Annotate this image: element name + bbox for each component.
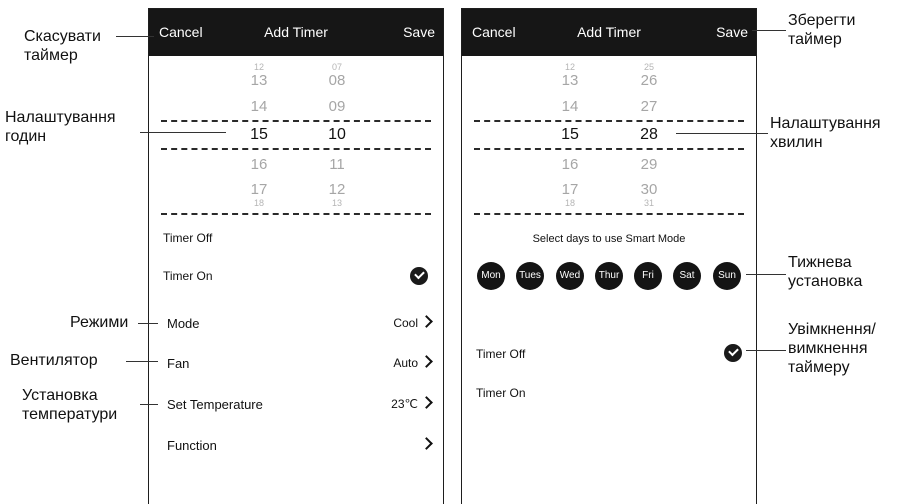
minute-option: 29 bbox=[640, 156, 658, 173]
annotation-save-timer: Зберегти таймер bbox=[788, 12, 856, 49]
chevron-right-icon bbox=[420, 355, 433, 368]
picker-divider bbox=[161, 213, 431, 215]
settings-row-mode[interactable]: Mode Cool bbox=[167, 315, 433, 331]
setting-label: Fan bbox=[167, 356, 190, 371]
minute-selected: 10 bbox=[328, 126, 346, 143]
left-phone-screen: Cancel Add Timer Save 12 13 14 15 16 17 … bbox=[148, 8, 444, 504]
hour-selected: 15 bbox=[561, 126, 579, 143]
annotation-leader bbox=[116, 36, 154, 37]
minute-option: 12 bbox=[328, 181, 346, 198]
minute-selected: 28 bbox=[640, 126, 658, 143]
check-icon bbox=[724, 344, 742, 362]
minute-option: 07 bbox=[331, 62, 342, 72]
chevron-right-icon bbox=[420, 437, 433, 450]
minute-option: 08 bbox=[328, 72, 346, 89]
minute-option: 26 bbox=[640, 72, 658, 89]
picker-divider bbox=[161, 148, 431, 150]
settings-row-fan[interactable]: Fan Auto bbox=[167, 355, 433, 371]
timer-on-label: Timer On bbox=[163, 269, 213, 283]
hour-option: 17 bbox=[561, 181, 579, 198]
hour-option: 17 bbox=[250, 181, 268, 198]
setting-value: 23℃ bbox=[391, 397, 418, 411]
picker-divider bbox=[161, 120, 431, 122]
day-button-fri[interactable]: Fri bbox=[634, 262, 662, 290]
minute-option: 09 bbox=[328, 98, 346, 115]
timer-off-label: Timer Off bbox=[163, 231, 213, 245]
timer-on-label: Timer On bbox=[476, 386, 526, 400]
hour-option: 16 bbox=[561, 156, 579, 173]
day-button-thur[interactable]: Thur bbox=[595, 262, 623, 290]
picker-divider bbox=[474, 148, 744, 150]
check-icon bbox=[410, 267, 428, 285]
save-button[interactable]: Save bbox=[716, 24, 748, 40]
annotation-leader bbox=[140, 404, 158, 405]
hour-picker[interactable]: 12 13 14 15 16 17 18 bbox=[540, 59, 600, 219]
annotation-hour-setting: Налаштування годин bbox=[5, 109, 116, 146]
settings-row-function[interactable]: Function bbox=[167, 437, 433, 453]
hour-option: 16 bbox=[250, 156, 268, 173]
annotation-leader bbox=[126, 361, 158, 362]
timer-on-option[interactable]: Timer On bbox=[476, 386, 744, 400]
minute-picker[interactable]: 25 26 27 28 29 30 31 bbox=[619, 59, 679, 219]
screen-title: Add Timer bbox=[577, 24, 641, 40]
header-bar: Cancel Add Timer Save bbox=[462, 9, 756, 56]
day-button-mon[interactable]: Mon bbox=[477, 262, 505, 290]
chevron-right-icon bbox=[420, 315, 433, 328]
annotation-minute-setting: Налаштування хвилин bbox=[770, 115, 881, 152]
setting-label: Function bbox=[167, 438, 217, 453]
day-button-sun[interactable]: Sun bbox=[713, 262, 741, 290]
header-bar: Cancel Add Timer Save bbox=[149, 9, 443, 56]
timer-off-option[interactable]: Timer Off bbox=[476, 347, 744, 361]
setting-label: Set Temperature bbox=[167, 397, 263, 412]
chevron-right-icon bbox=[420, 396, 433, 409]
minute-option: 30 bbox=[640, 181, 658, 198]
minute-option: 11 bbox=[329, 156, 345, 173]
hour-picker[interactable]: 12 13 14 15 16 17 18 bbox=[229, 59, 289, 219]
hour-option: 13 bbox=[250, 72, 268, 89]
picker-divider bbox=[474, 120, 744, 122]
annotation-weekly-setting: Тижнева установка bbox=[788, 254, 863, 291]
hour-option: 13 bbox=[561, 72, 579, 89]
hour-option: 18 bbox=[564, 198, 575, 208]
timer-off-label: Timer Off bbox=[476, 347, 526, 361]
minute-option: 25 bbox=[643, 62, 654, 72]
annotation-leader bbox=[138, 323, 158, 324]
timer-on-option[interactable]: Timer On bbox=[163, 269, 431, 283]
right-phone-screen: Cancel Add Timer Save 12 13 14 15 16 17 … bbox=[461, 8, 757, 504]
day-button-sat[interactable]: Sat bbox=[673, 262, 701, 290]
annotation-modes: Режими bbox=[70, 314, 129, 331]
annotation-leader bbox=[140, 132, 226, 133]
minute-option: 13 bbox=[331, 198, 342, 208]
save-button[interactable]: Save bbox=[403, 24, 435, 40]
day-button-tues[interactable]: Tues bbox=[516, 262, 544, 290]
minute-picker[interactable]: 07 08 09 10 11 12 13 bbox=[307, 59, 367, 219]
hour-option: 14 bbox=[561, 98, 579, 115]
annotation-leader bbox=[676, 133, 768, 134]
minute-option: 27 bbox=[640, 98, 658, 115]
days-caption: Select days to use Smart Mode bbox=[532, 233, 686, 245]
annotation-cancel-timer: Скасувати таймер bbox=[24, 28, 101, 65]
setting-label: Mode bbox=[167, 316, 200, 331]
picker-divider bbox=[474, 213, 744, 215]
screen-title: Add Timer bbox=[264, 24, 328, 40]
hour-option: 12 bbox=[564, 62, 575, 72]
settings-row-temperature[interactable]: Set Temperature 23℃ bbox=[167, 396, 433, 412]
annotation-leader bbox=[752, 30, 786, 31]
annotation-timer-toggle: Увімкнення/ вимкнення таймеру bbox=[788, 321, 876, 377]
annotation-temperature-setting: Установка температури bbox=[22, 387, 118, 424]
hour-option: 18 bbox=[253, 198, 264, 208]
day-button-wed[interactable]: Wed bbox=[556, 262, 584, 290]
annotation-fan: Вентилятор bbox=[10, 352, 98, 369]
setting-value: Auto bbox=[393, 356, 418, 370]
annotation-leader bbox=[746, 350, 786, 351]
minute-option: 31 bbox=[643, 198, 654, 208]
timer-off-option[interactable]: Timer Off bbox=[163, 231, 431, 245]
setting-value: Cool bbox=[393, 316, 418, 330]
hour-selected: 15 bbox=[250, 126, 268, 143]
hour-option: 12 bbox=[253, 62, 264, 72]
hour-option: 14 bbox=[250, 98, 268, 115]
annotation-leader bbox=[746, 274, 786, 275]
